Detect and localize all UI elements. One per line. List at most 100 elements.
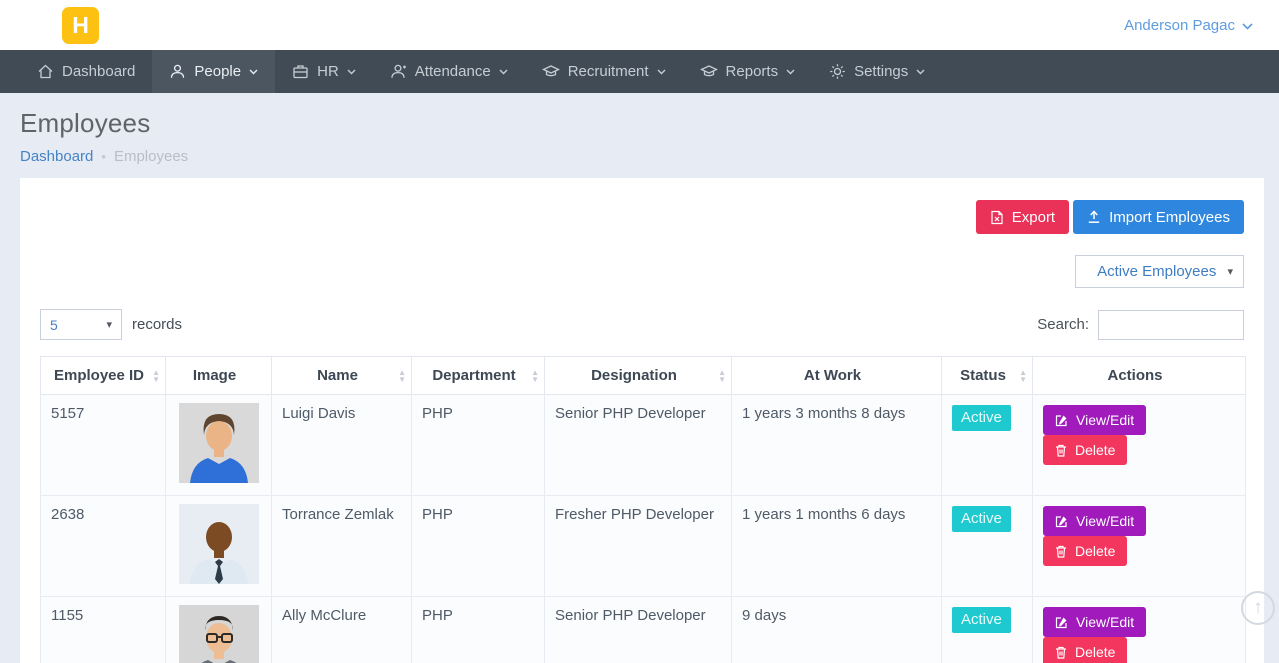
- cell-name: Ally McClure: [272, 597, 412, 663]
- delete-button[interactable]: Delete: [1043, 536, 1127, 566]
- employee-photo: [179, 403, 259, 483]
- delete-button[interactable]: Delete: [1043, 637, 1127, 663]
- chevron-down-icon: [786, 69, 795, 75]
- chevron-down-icon: [499, 69, 508, 75]
- nav-label: Recruitment: [568, 63, 649, 80]
- cell-department: PHP: [412, 597, 545, 663]
- cell-actions: View/Edit Delete: [1033, 597, 1246, 663]
- records-label: records: [132, 316, 182, 333]
- cell-image: [166, 395, 272, 496]
- employees-table: Employee ID▲▼ Image Name▲▼ Department▲▼ …: [40, 356, 1246, 663]
- sort-icon[interactable]: ▲▼: [398, 369, 406, 383]
- filter-row: Active Employees ▾: [40, 255, 1244, 288]
- top-bar: H Anderson Pagac: [0, 0, 1279, 50]
- cell-employee-id: 2638: [41, 496, 166, 597]
- cell-name: Luigi Davis: [272, 395, 412, 496]
- view-edit-button[interactable]: View/Edit: [1043, 506, 1146, 536]
- cell-image: [166, 496, 272, 597]
- breadcrumb: Dashboard • Employees: [20, 148, 1259, 165]
- nav-item-reports[interactable]: Reports: [683, 50, 813, 93]
- cell-department: PHP: [412, 496, 545, 597]
- excel-file-icon: [990, 210, 1004, 225]
- home-icon: [37, 63, 54, 80]
- employee-photo: [179, 605, 259, 663]
- records-value: 5: [50, 317, 58, 333]
- col-header-at-work: At Work: [732, 357, 942, 395]
- person-icon: [390, 63, 407, 80]
- cell-department: PHP: [412, 395, 545, 496]
- nav-label: Settings: [854, 63, 908, 80]
- breadcrumb-current: Employees: [114, 148, 188, 165]
- cell-status: Active: [942, 496, 1033, 597]
- nav-item-recruitment[interactable]: Recruitment: [525, 50, 683, 93]
- app-logo[interactable]: H: [62, 7, 99, 44]
- nav-item-people[interactable]: People: [152, 50, 275, 93]
- select-caret-icon: ▾: [106, 318, 112, 331]
- chevron-down-icon: [347, 69, 356, 75]
- search-label: Search:: [1037, 316, 1089, 333]
- page-title: Employees: [20, 108, 1259, 139]
- cell-employee-id: 5157: [41, 395, 166, 496]
- chevron-down-icon: [657, 69, 666, 75]
- view-edit-button[interactable]: View/Edit: [1043, 607, 1146, 637]
- breadcrumb-separator: •: [101, 149, 106, 164]
- edit-icon: [1055, 616, 1068, 629]
- arrow-up-icon: ↑: [1253, 597, 1263, 619]
- import-label: Import Employees: [1109, 209, 1230, 226]
- trash-icon: [1055, 444, 1067, 457]
- nav-item-settings[interactable]: Settings: [812, 50, 942, 93]
- chevron-down-icon: [916, 69, 925, 75]
- user-menu[interactable]: Anderson Pagac: [1124, 17, 1253, 34]
- cell-at-work: 1 years 3 months 8 days: [732, 395, 942, 496]
- cell-designation: Senior PHP Developer: [545, 395, 732, 496]
- sort-icon[interactable]: ▲▼: [718, 369, 726, 383]
- status-badge: Active: [952, 506, 1011, 532]
- cell-employee-id: 1155: [41, 597, 166, 663]
- main-nav: Dashboard People HR Attendance Recruitme…: [0, 50, 1279, 93]
- person-icon: [169, 63, 186, 80]
- edit-icon: [1055, 414, 1068, 427]
- edit-icon: [1055, 515, 1068, 528]
- chevron-down-icon: [1242, 17, 1253, 34]
- nav-item-dashboard[interactable]: Dashboard: [20, 50, 152, 93]
- col-header-employee-id[interactable]: Employee ID▲▼: [41, 357, 166, 395]
- export-label: Export: [1012, 209, 1055, 226]
- chevron-down-icon: [249, 69, 258, 75]
- col-header-status[interactable]: Status▲▼: [942, 357, 1033, 395]
- table-header-row: Employee ID▲▼ Image Name▲▼ Department▲▼ …: [41, 357, 1246, 395]
- col-header-image: Image: [166, 357, 272, 395]
- cell-name: Torrance Zemlak: [272, 496, 412, 597]
- records-per-page-select[interactable]: 5 ▾: [40, 309, 122, 340]
- briefcase-icon: [292, 63, 309, 80]
- employee-filter-select[interactable]: Active Employees ▾: [1075, 255, 1244, 288]
- cell-status: Active: [942, 597, 1033, 663]
- nav-item-hr[interactable]: HR: [275, 50, 373, 93]
- gear-icon: [829, 63, 846, 80]
- col-header-name[interactable]: Name▲▼: [272, 357, 412, 395]
- cell-at-work: 9 days: [732, 597, 942, 663]
- nav-item-attendance[interactable]: Attendance: [373, 50, 525, 93]
- nav-label: Attendance: [415, 63, 491, 80]
- export-button[interactable]: Export: [976, 200, 1069, 234]
- cell-designation: Fresher PHP Developer: [545, 496, 732, 597]
- toolbar: Export Import Employees: [40, 200, 1244, 234]
- nav-label: Reports: [726, 63, 779, 80]
- import-employees-button[interactable]: Import Employees: [1073, 200, 1244, 234]
- delete-button[interactable]: Delete: [1043, 435, 1127, 465]
- nav-label: Dashboard: [62, 63, 135, 80]
- sort-icon[interactable]: ▲▼: [1019, 369, 1027, 383]
- status-badge: Active: [952, 607, 1011, 633]
- search-input[interactable]: [1098, 310, 1244, 340]
- col-header-designation[interactable]: Designation▲▼: [545, 357, 732, 395]
- cell-actions: View/Edit Delete: [1033, 395, 1246, 496]
- sort-icon[interactable]: ▲▼: [152, 369, 160, 383]
- sort-icon[interactable]: ▲▼: [531, 369, 539, 383]
- view-edit-button[interactable]: View/Edit: [1043, 405, 1146, 435]
- col-header-department[interactable]: Department▲▼: [412, 357, 545, 395]
- table-row: 5157 Luigi Davis PHP Senior PHP Develope…: [41, 395, 1246, 496]
- table-row: 1155: [41, 597, 1246, 663]
- upload-icon: [1087, 210, 1101, 224]
- breadcrumb-dashboard-link[interactable]: Dashboard: [20, 148, 93, 165]
- cell-status: Active: [942, 395, 1033, 496]
- scroll-to-top-button[interactable]: ↑: [1241, 591, 1275, 625]
